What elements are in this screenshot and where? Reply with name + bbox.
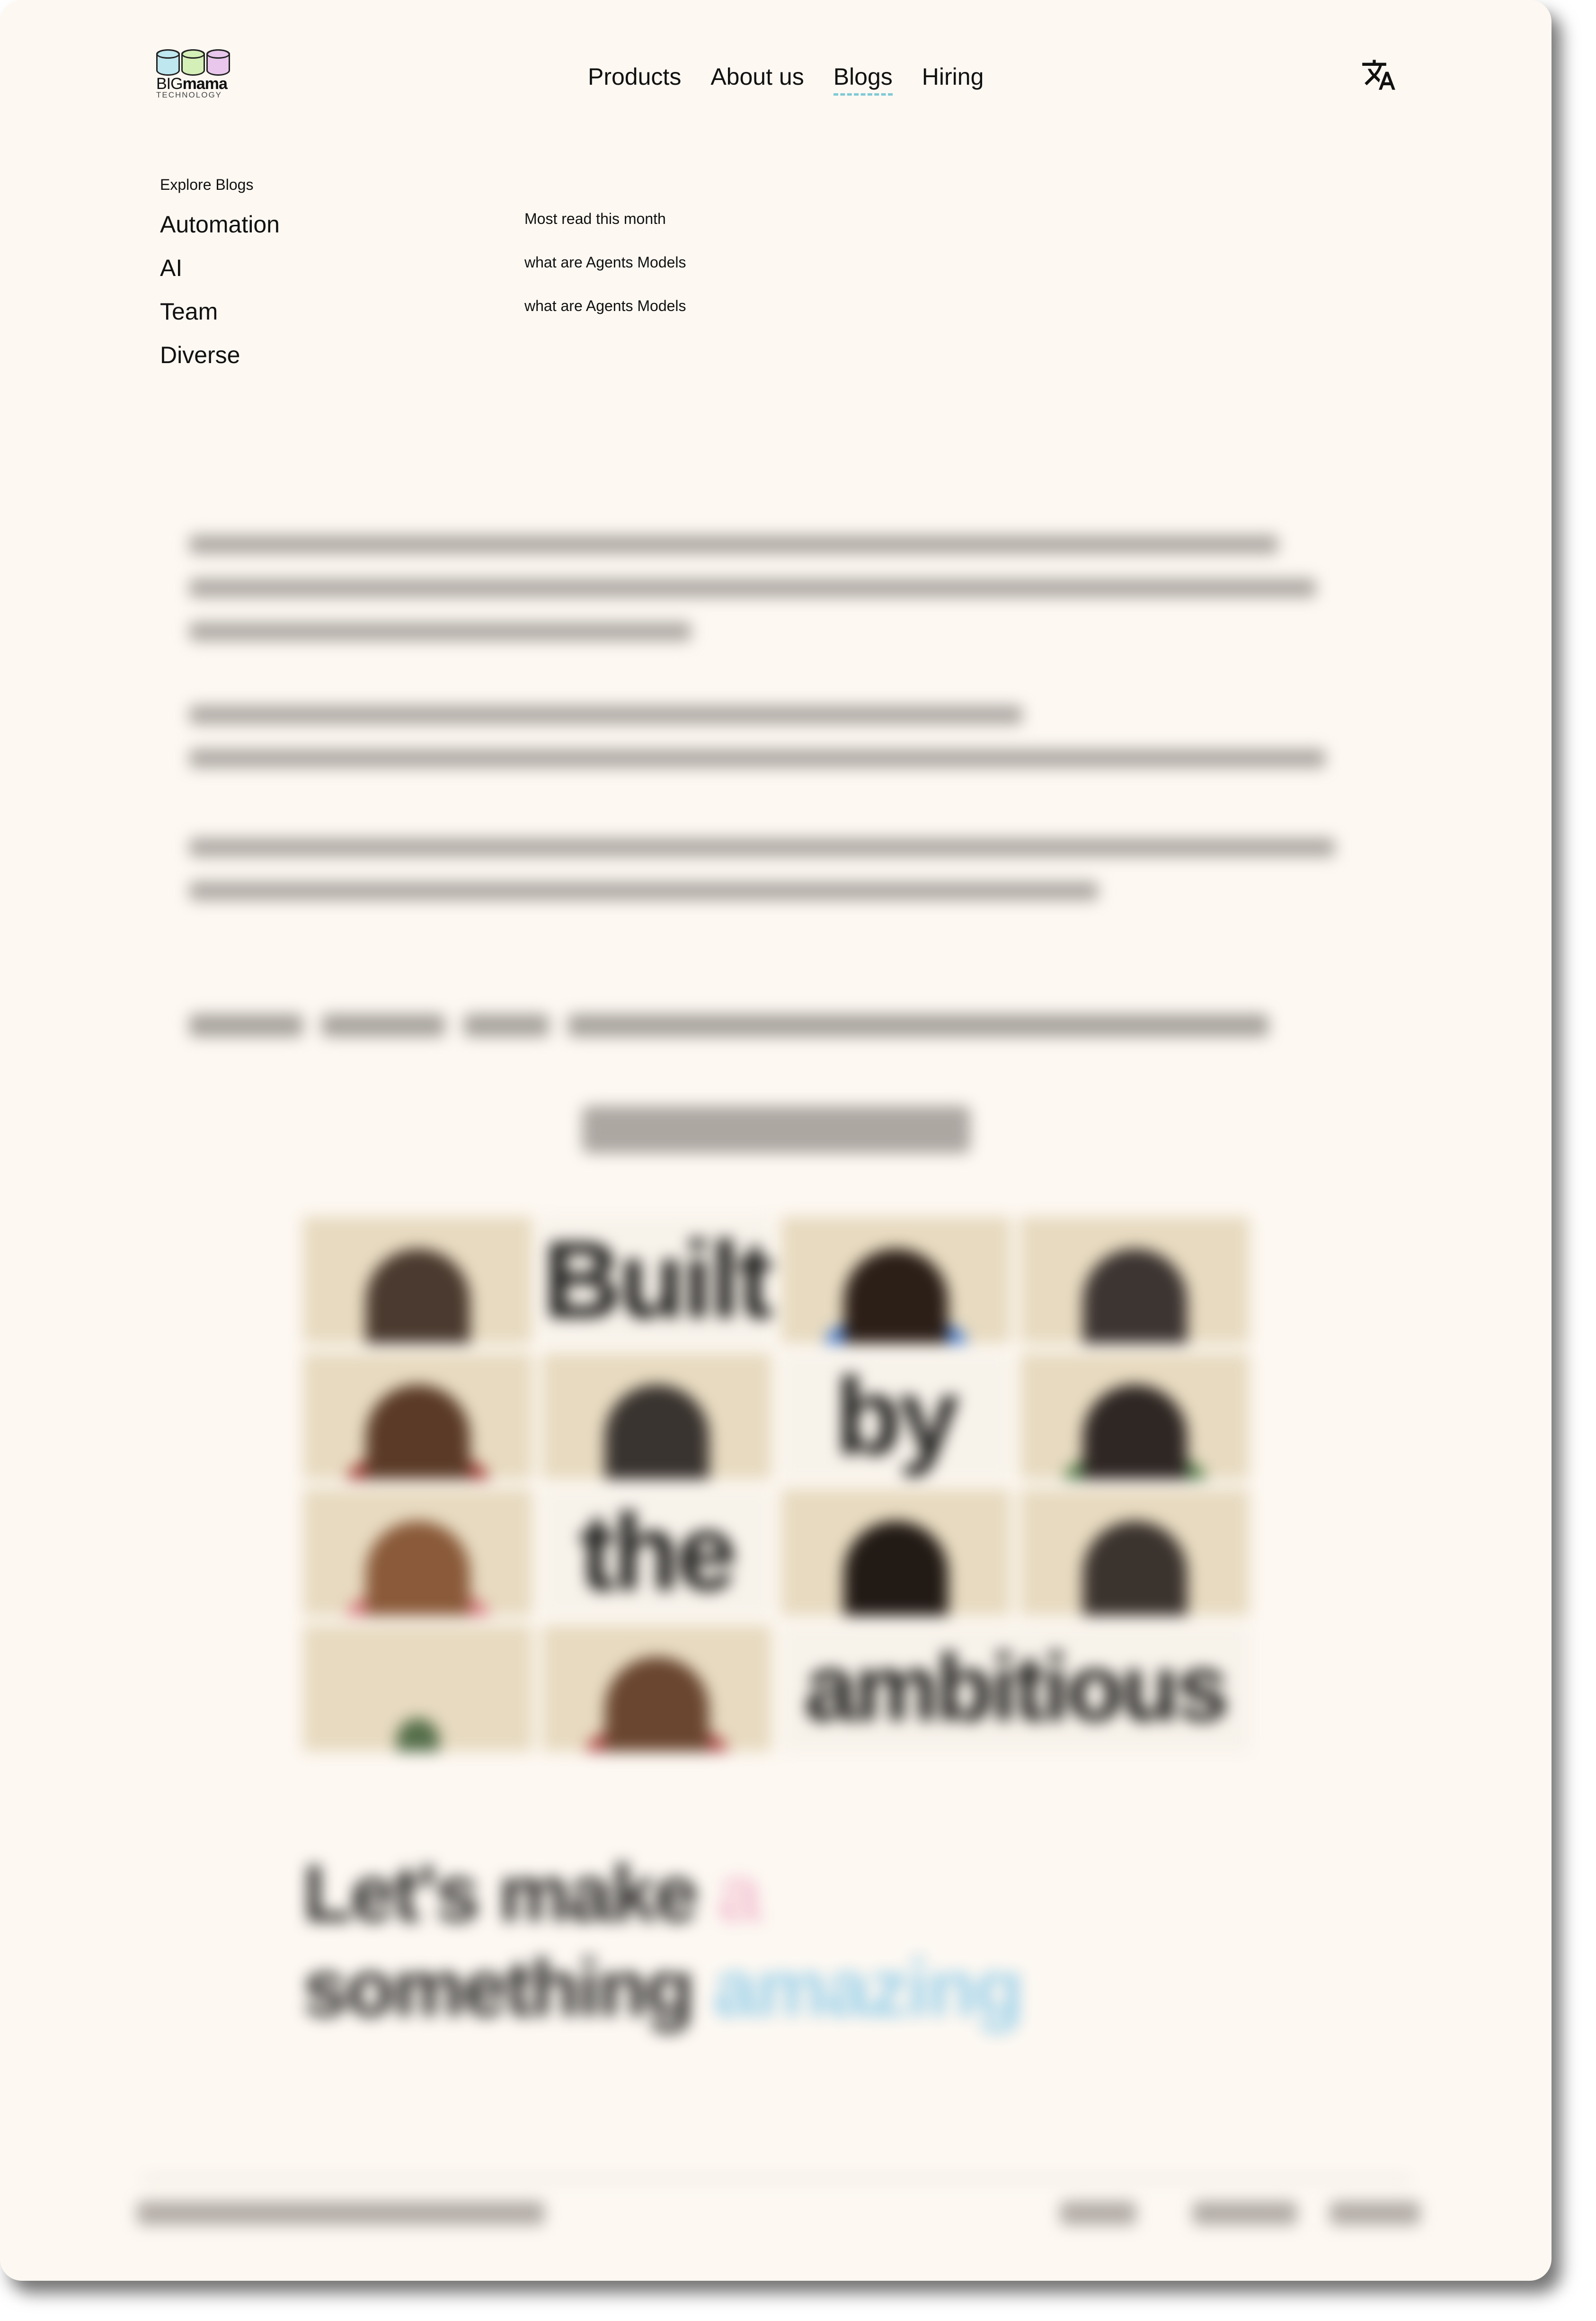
plant-shape (396, 1718, 439, 1752)
footer-copyright (137, 2201, 544, 2225)
blurred-line (189, 535, 1278, 554)
blurred-list (189, 705, 1335, 792)
person-silhouette (1082, 1248, 1187, 1343)
translate-icon[interactable] (1361, 57, 1397, 93)
team-photo (542, 1352, 771, 1479)
logo-tagline: TECHNOLOGY (156, 90, 222, 99)
collage-word: by (781, 1352, 1011, 1479)
team-photo (1020, 1352, 1250, 1479)
team-photo (303, 1625, 532, 1752)
team-photo (303, 1217, 532, 1343)
team-photo (303, 1352, 532, 1479)
team-photo (781, 1489, 1011, 1616)
team-photo (781, 1217, 1011, 1343)
page-card: BIGmama TECHNOLOGY Products About us Blo… (0, 0, 1552, 2281)
explore-blogs-title: Explore Blogs (160, 176, 254, 193)
team-photo (1020, 1489, 1250, 1616)
blurred-paragraph (189, 535, 1335, 666)
cta-accent-blue: amazing (713, 1943, 1024, 2033)
team-collage: Built by the ambitious (303, 1217, 1250, 1752)
category-ai[interactable]: AI (160, 252, 280, 295)
footer-link[interactable] (1330, 2201, 1420, 2225)
blurred-line (189, 838, 1335, 857)
nav-products[interactable]: Products (588, 62, 681, 91)
blurred-crumb (322, 1014, 445, 1037)
person-silhouette (1082, 1385, 1187, 1479)
brand-logo[interactable]: BIGmama TECHNOLOGY (156, 49, 232, 101)
blurred-line (189, 578, 1316, 597)
blurred-crumb (464, 1014, 549, 1037)
blurred-line (189, 705, 1022, 724)
blurred-breadcrumb (189, 1013, 1283, 1038)
category-diverse[interactable]: Diverse (160, 339, 280, 382)
blurred-paragraph (189, 838, 1335, 925)
nav-about-us[interactable]: About us (710, 62, 804, 91)
most-read-link[interactable]: what are Agents Models (524, 253, 686, 296)
cta-accent-pink: a (717, 1849, 762, 1939)
nav-blogs[interactable]: Blogs (833, 62, 893, 96)
team-photo (542, 1625, 771, 1752)
blurred-crumb (568, 1014, 1268, 1037)
logo-drums (156, 49, 232, 76)
cta-line-2-text: something (303, 1943, 694, 2033)
blurred-section-heading (582, 1106, 970, 1153)
person-silhouette (604, 1657, 709, 1752)
footer-divider (142, 2178, 1410, 2179)
category-team[interactable]: Team (160, 295, 280, 339)
most-read-link[interactable]: what are Agents Models (524, 296, 686, 340)
person-silhouette (1082, 1521, 1187, 1616)
person-silhouette (843, 1248, 948, 1343)
logo-wordmark: BIGmama (156, 76, 232, 92)
person-silhouette (365, 1521, 470, 1616)
blurred-crumb (189, 1014, 303, 1037)
logo-drum-1 (156, 49, 180, 76)
footer-link[interactable] (1060, 2201, 1136, 2225)
blurred-line (189, 881, 1098, 900)
logo-drum-3 (206, 49, 230, 76)
person-silhouette (843, 1521, 948, 1616)
logo-drum-2 (181, 49, 205, 76)
collage-word: ambitious (781, 1625, 1250, 1752)
person-silhouette (604, 1385, 709, 1479)
main-nav: Products About us Blogs Hiring (588, 62, 984, 96)
collage-word: Built (542, 1217, 771, 1343)
team-photo (1020, 1217, 1250, 1343)
category-automation[interactable]: Automation (160, 208, 280, 252)
cta-line-2: something amazing (303, 1941, 1024, 2036)
blog-category-list: Automation AI Team Diverse (160, 208, 280, 382)
blurred-line (189, 622, 691, 641)
person-silhouette (365, 1248, 470, 1343)
most-read-list: what are Agents Models what are Agents M… (524, 253, 686, 340)
cta-line-1-text: Let's make (303, 1849, 699, 1939)
footer (137, 2201, 1420, 2230)
blurred-line (189, 749, 1325, 768)
most-read-title: Most read this month (524, 210, 666, 227)
cta-line-1: Let's make a (303, 1846, 1022, 1941)
footer-link[interactable] (1193, 2201, 1297, 2225)
team-photo (303, 1489, 532, 1616)
nav-hiring[interactable]: Hiring (922, 62, 984, 91)
person-silhouette (365, 1385, 470, 1479)
collage-word: the (542, 1489, 771, 1616)
cta-heading: Let's make a something amazing (303, 1846, 1024, 2036)
